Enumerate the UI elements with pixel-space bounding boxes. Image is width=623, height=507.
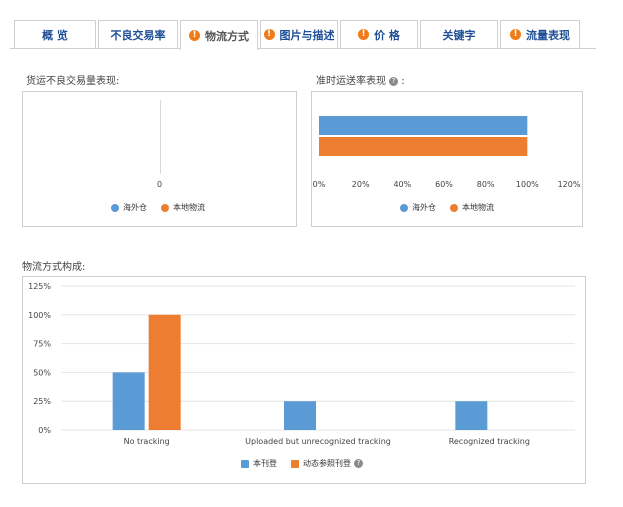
tab-overview-label: 概 览 <box>42 28 68 42</box>
legend-label-local: 本地物流 <box>462 203 494 212</box>
legend-label-dynamic-reference: 动态参照刊登 <box>303 459 351 468</box>
warning-icon: ! <box>189 30 200 41</box>
tab-images-description[interactable]: ! 图片与描述 <box>260 20 338 48</box>
legend-dot-blue <box>400 203 408 212</box>
bad-trade-zero-label: 0 <box>157 180 163 189</box>
legend-item-local[interactable]: 本地物流 <box>161 202 205 213</box>
ontime-panel: 0% 20% 40% 60% 80% 100% 120% 海外仓 本地物流 <box>311 91 583 227</box>
y-tick-label: 100% <box>28 311 51 320</box>
legend-label-local: 本地物流 <box>173 203 205 212</box>
y-tick-label: 25% <box>33 397 51 406</box>
legend-item-this-listing[interactable]: 本刊登 <box>241 458 277 469</box>
category-label: Uploaded but unrecognized tracking <box>245 437 391 446</box>
tab-keywords-label: 关键字 <box>442 28 476 42</box>
legend-dot-blue <box>111 203 119 212</box>
tab-price[interactable]: ! 价 格 <box>340 20 418 48</box>
ontime-title: 准时运送率表现? : <box>316 72 405 87</box>
warning-icon: ! <box>510 29 521 40</box>
legend-dot-orange <box>161 203 169 212</box>
x-tick-label: 40% <box>393 180 411 189</box>
composition-legend: 本刊登 动态参照刊登 ? <box>241 458 377 469</box>
bad-trade-legend: 海外仓 本地物流 <box>111 202 219 213</box>
category-label: Recognized tracking <box>449 437 530 446</box>
x-tick-label: 60% <box>435 180 453 189</box>
legend-label-this-listing: 本刊登 <box>253 459 277 468</box>
legend-item-overseas[interactable]: 海外仓 <box>111 202 147 213</box>
help-icon[interactable]: ? <box>354 459 363 468</box>
bad-trade-panel: 0 海外仓 本地物流 <box>22 91 297 227</box>
bar-dynamic-reference <box>148 314 181 430</box>
legend-item-dynamic-reference[interactable]: 动态参照刊登 ? <box>291 458 363 469</box>
legend-dot-orange <box>450 203 458 212</box>
y-tick-label: 0% <box>38 426 51 435</box>
x-tick-label: 120% <box>558 180 581 189</box>
tab-images-description-label: 图片与描述 <box>279 28 335 42</box>
tab-bad-trade-rate-label: 不良交易率 <box>110 28 166 42</box>
bar-this-listing <box>455 401 488 430</box>
legend-label-overseas: 海外仓 <box>123 203 147 212</box>
composition-chart: 0% 25% 50% 75% 100% 125% No tracking Uploaded b… <box>28 282 575 446</box>
tab-keywords[interactable]: 关键字 <box>420 20 498 48</box>
tab-overview[interactable]: 概 览 <box>14 20 96 48</box>
ontime-legend: 海外仓 本地物流 <box>400 202 508 213</box>
legend-label-overseas: 海外仓 <box>412 203 436 212</box>
tab-shipping-method[interactable]: ! 物流方式 <box>180 20 258 50</box>
legend-dot-blue <box>241 459 249 468</box>
y-tick-label: 50% <box>33 368 51 377</box>
x-tick-label: 100% <box>516 180 539 189</box>
tab-underline <box>10 48 596 49</box>
y-tick-label: 125% <box>28 282 51 291</box>
bar-overseas <box>319 116 528 135</box>
bar-local <box>319 137 528 156</box>
bad-trade-title: 货运不良交易量表现: <box>26 76 120 87</box>
composition-panel: 0% 25% 50% 75% 100% 125% No tracking Uploaded b… <box>22 276 586 484</box>
legend-dot-orange <box>291 459 299 468</box>
x-tick-label: 0% <box>313 180 326 189</box>
ontime-chart: 0% 20% 40% 60% 80% 100% 120% <box>313 116 581 189</box>
legend-item-local[interactable]: 本地物流 <box>450 202 494 213</box>
bar-this-listing <box>112 372 145 430</box>
tab-traffic-performance[interactable]: ! 流量表现 <box>500 20 580 48</box>
legend-item-overseas[interactable]: 海外仓 <box>400 202 436 213</box>
tab-bad-trade-rate[interactable]: 不良交易率 <box>98 20 178 48</box>
y-tick-label: 75% <box>33 340 51 349</box>
x-tick-label: 80% <box>477 180 495 189</box>
tab-shipping-method-label: 物流方式 <box>205 29 249 43</box>
warning-icon: ! <box>358 29 370 40</box>
ontime-title-text: 准时运送率表现 <box>316 76 386 87</box>
help-icon[interactable]: ? <box>389 76 398 86</box>
warning-icon: ! <box>263 29 275 40</box>
tab-price-label: 价 格 <box>374 28 400 42</box>
bar-this-listing <box>284 401 316 430</box>
composition-title: 物流方式构成: <box>22 262 86 273</box>
category-label: No tracking <box>124 437 170 446</box>
ontime-title-suffix: : <box>401 76 405 87</box>
bad-trade-zero-line <box>160 100 161 174</box>
tab-traffic-performance-label: 流量表现 <box>526 28 570 42</box>
x-tick-label: 20% <box>352 180 370 189</box>
